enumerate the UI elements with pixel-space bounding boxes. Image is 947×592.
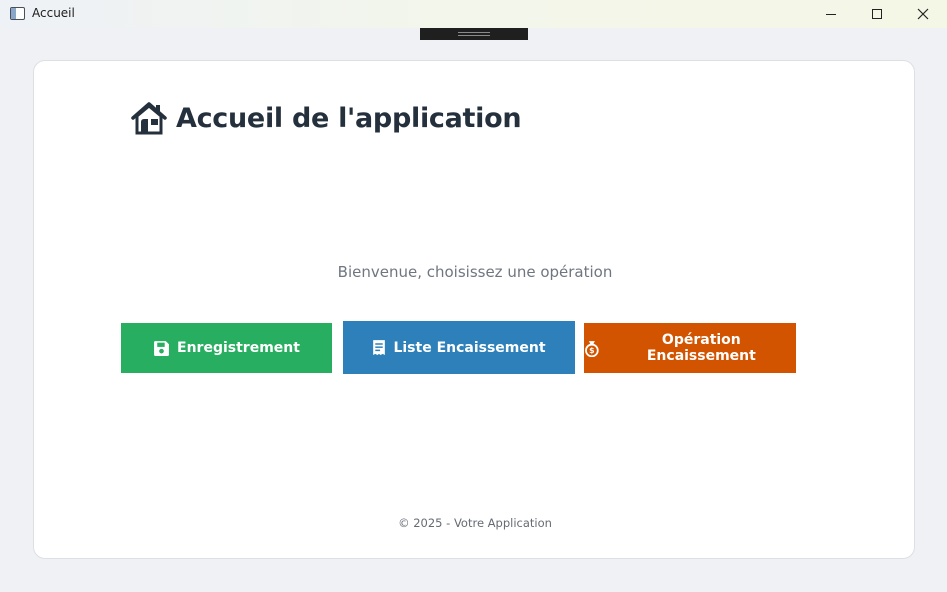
- floppy-disk-icon: [154, 340, 169, 356]
- welcome-message: Bienvenue, choisissez une opération: [337, 263, 613, 281]
- maximize-button[interactable]: [854, 0, 900, 28]
- app-window: Accueil Accueil de l'application Bienven…: [0, 0, 947, 592]
- enregistrement-label: Enregistrement: [177, 340, 300, 356]
- maximize-icon: [872, 9, 882, 19]
- money-bag-icon: $: [585, 340, 599, 357]
- minimize-icon: [826, 13, 836, 15]
- enregistrement-button[interactable]: Enregistrement: [121, 323, 332, 373]
- page-title: Accueil de l'application: [176, 102, 522, 134]
- operation-encaissement-label: Opération Encaissement: [646, 332, 756, 364]
- receipt-icon: [373, 340, 386, 355]
- main-card: Accueil de l'application Bienvenue, choi…: [33, 60, 915, 559]
- footer-text: © 2025 - Votre Application: [398, 516, 552, 530]
- app-window-icon: [10, 7, 25, 20]
- title-bar[interactable]: Accueil: [0, 0, 947, 28]
- operation-encaissement-button[interactable]: $ Opération Encaissement: [584, 323, 796, 373]
- close-button[interactable]: [900, 0, 946, 28]
- liste-encaissement-button[interactable]: Liste Encaissement: [343, 321, 575, 374]
- drag-handle[interactable]: [420, 28, 528, 40]
- minimize-button[interactable]: [808, 0, 854, 28]
- page-heading: Accueil de l'application: [131, 101, 522, 135]
- window-title: Accueil: [32, 6, 75, 20]
- close-icon: [917, 8, 929, 20]
- home-icon: [131, 102, 167, 135]
- liste-encaissement-label: Liste Encaissement: [393, 339, 546, 356]
- svg-text:$: $: [589, 346, 594, 355]
